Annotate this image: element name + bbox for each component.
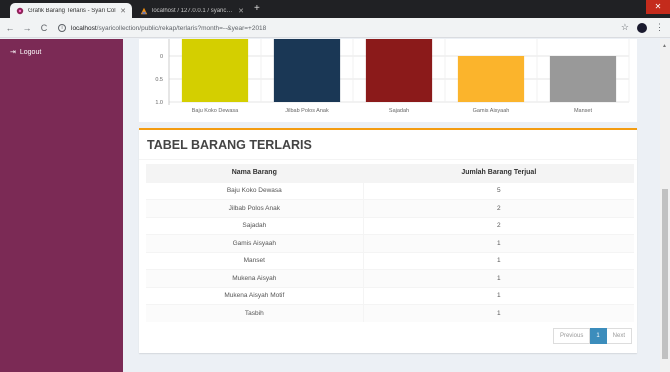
quantity-cell: 1 bbox=[363, 251, 634, 270]
logout-label: Logout bbox=[19, 48, 42, 56]
y-tick-label: 1.0 bbox=[155, 100, 163, 106]
tab-close-icon[interactable]: ✕ bbox=[120, 7, 126, 15]
bar[interactable] bbox=[181, 39, 249, 102]
sidebar: ⇥ Logout bbox=[0, 39, 123, 372]
url-host: localhost bbox=[71, 24, 97, 32]
table-row: Manset 1 bbox=[146, 251, 634, 270]
url-path: /syaricollection/public/rekap/terlaris?m… bbox=[96, 24, 267, 32]
table-row: Gamis Aisyaah 1 bbox=[146, 234, 634, 252]
divider bbox=[139, 159, 637, 160]
browser-menu-icon[interactable]: ⋮ bbox=[655, 22, 664, 33]
tab-grafik[interactable]: Grafik Barang Terlaris - Syari Col ✕ bbox=[10, 3, 132, 18]
item-name-cell: Baju Koko Dewasa bbox=[146, 181, 364, 200]
item-name-cell: Jilbab Polos Anak bbox=[146, 199, 364, 217]
column-header[interactable]: Nama Barang bbox=[146, 164, 364, 182]
item-name-cell: Mukena Aisyah bbox=[146, 269, 364, 287]
y-tick-label: 0.5 bbox=[155, 77, 163, 83]
bar[interactable] bbox=[273, 39, 341, 102]
item-name-cell: Sajadah bbox=[146, 216, 364, 235]
browser-toolbar: ← → C i localhost /syaricollection/publi… bbox=[0, 18, 670, 38]
item-name-cell: Mukena Aisyah Motif bbox=[146, 286, 364, 305]
column-header[interactable]: Jumlah Barang Terjual bbox=[363, 164, 634, 182]
info-icon[interactable]: i bbox=[58, 24, 66, 32]
quantity-cell: 5 bbox=[363, 181, 634, 200]
table-row: Sajadah 2 bbox=[146, 216, 634, 235]
tab-phpmyadmin[interactable]: localhost / 127.0.0.1 / syaricolle ✕ bbox=[134, 3, 250, 18]
x-tick-label: Gamis Aisyaah bbox=[473, 108, 510, 114]
x-tick-label: Sajadah bbox=[389, 108, 409, 114]
tab-close-icon[interactable]: ✕ bbox=[238, 7, 244, 15]
window-close-button[interactable]: ✕ bbox=[646, 0, 670, 14]
table-row: Baju Koko Dewasa 5 bbox=[146, 181, 634, 200]
table-row: Jilbab Polos Anak 2 bbox=[146, 199, 634, 217]
flower-icon bbox=[16, 7, 24, 14]
logout-link[interactable]: ⇥ Logout bbox=[10, 48, 42, 57]
table-header-row: Nama Barang Jumlah Barang Terjual bbox=[146, 164, 634, 182]
quantity-cell: 1 bbox=[363, 304, 634, 322]
scroll-thumb[interactable] bbox=[662, 189, 668, 359]
best-seller-table: Nama Barang Jumlah Barang Terjual Baju K… bbox=[146, 164, 634, 322]
item-name-cell: Tasbih bbox=[146, 304, 364, 322]
box-title: TABEL BARANG TERLARIS bbox=[147, 138, 312, 152]
bar-chart: 1.0 0.5 0 Baju Koko Dewasa Jilbab Polos Anak… bbox=[155, 39, 630, 114]
table-row: Tasbih 1 bbox=[146, 304, 634, 322]
reload-button[interactable]: C bbox=[37, 23, 51, 33]
table-row: Mukena Aisyah 1 bbox=[146, 269, 634, 287]
item-name-cell: Manset bbox=[146, 251, 364, 270]
pagination: Previous 1 Next bbox=[552, 328, 632, 344]
address-bar[interactable]: i localhost /syaricollection/public/reka… bbox=[58, 21, 616, 35]
bar[interactable] bbox=[457, 56, 525, 102]
logout-icon: ⇥ bbox=[10, 49, 16, 56]
bar[interactable] bbox=[365, 39, 433, 102]
quantity-cell: 2 bbox=[363, 199, 634, 217]
x-tick-label: Jilbab Polos Anak bbox=[285, 108, 329, 114]
tab-title: localhost / 127.0.0.1 / syaricolle bbox=[152, 7, 236, 14]
back-button[interactable]: ← bbox=[3, 23, 17, 33]
page-scrollbar[interactable]: ▲ bbox=[660, 39, 670, 372]
item-name-cell: Gamis Aisyaah bbox=[146, 234, 364, 252]
x-tick-label: Baju Koko Dewasa bbox=[192, 108, 239, 114]
forward-button[interactable]: → bbox=[20, 23, 34, 33]
browser-tabstrip: Grafik Barang Terlaris - Syari Col ✕ loc… bbox=[0, 0, 670, 18]
quantity-cell: 1 bbox=[363, 269, 634, 287]
scroll-up-icon[interactable]: ▲ bbox=[662, 43, 667, 49]
extension-icon[interactable] bbox=[637, 22, 647, 33]
next-button[interactable]: Next bbox=[606, 328, 632, 344]
x-tick-label: Manset bbox=[574, 108, 593, 114]
tab-title: Grafik Barang Terlaris - Syari Col bbox=[28, 7, 116, 14]
quantity-cell: 1 bbox=[363, 286, 634, 305]
previous-button[interactable]: Previous bbox=[552, 328, 591, 344]
chart-box: 1.0 0.5 0 Baju Koko Dewasa Jilbab Polos Anak… bbox=[139, 39, 637, 122]
bookmark-star-icon[interactable]: ☆ bbox=[621, 22, 629, 33]
table-row: Mukena Aisyah Motif 1 bbox=[146, 286, 634, 305]
table-box: TABEL BARANG TERLARIS Nama Barang Jumlah… bbox=[139, 128, 637, 353]
y-tick-label: 0 bbox=[160, 54, 163, 60]
quantity-cell: 1 bbox=[363, 234, 634, 252]
bar[interactable] bbox=[549, 56, 617, 102]
quantity-cell: 2 bbox=[363, 216, 634, 235]
new-tab-button[interactable]: + bbox=[254, 3, 260, 15]
page-1-button[interactable]: 1 bbox=[590, 328, 607, 344]
phpmyadmin-icon bbox=[140, 7, 148, 14]
